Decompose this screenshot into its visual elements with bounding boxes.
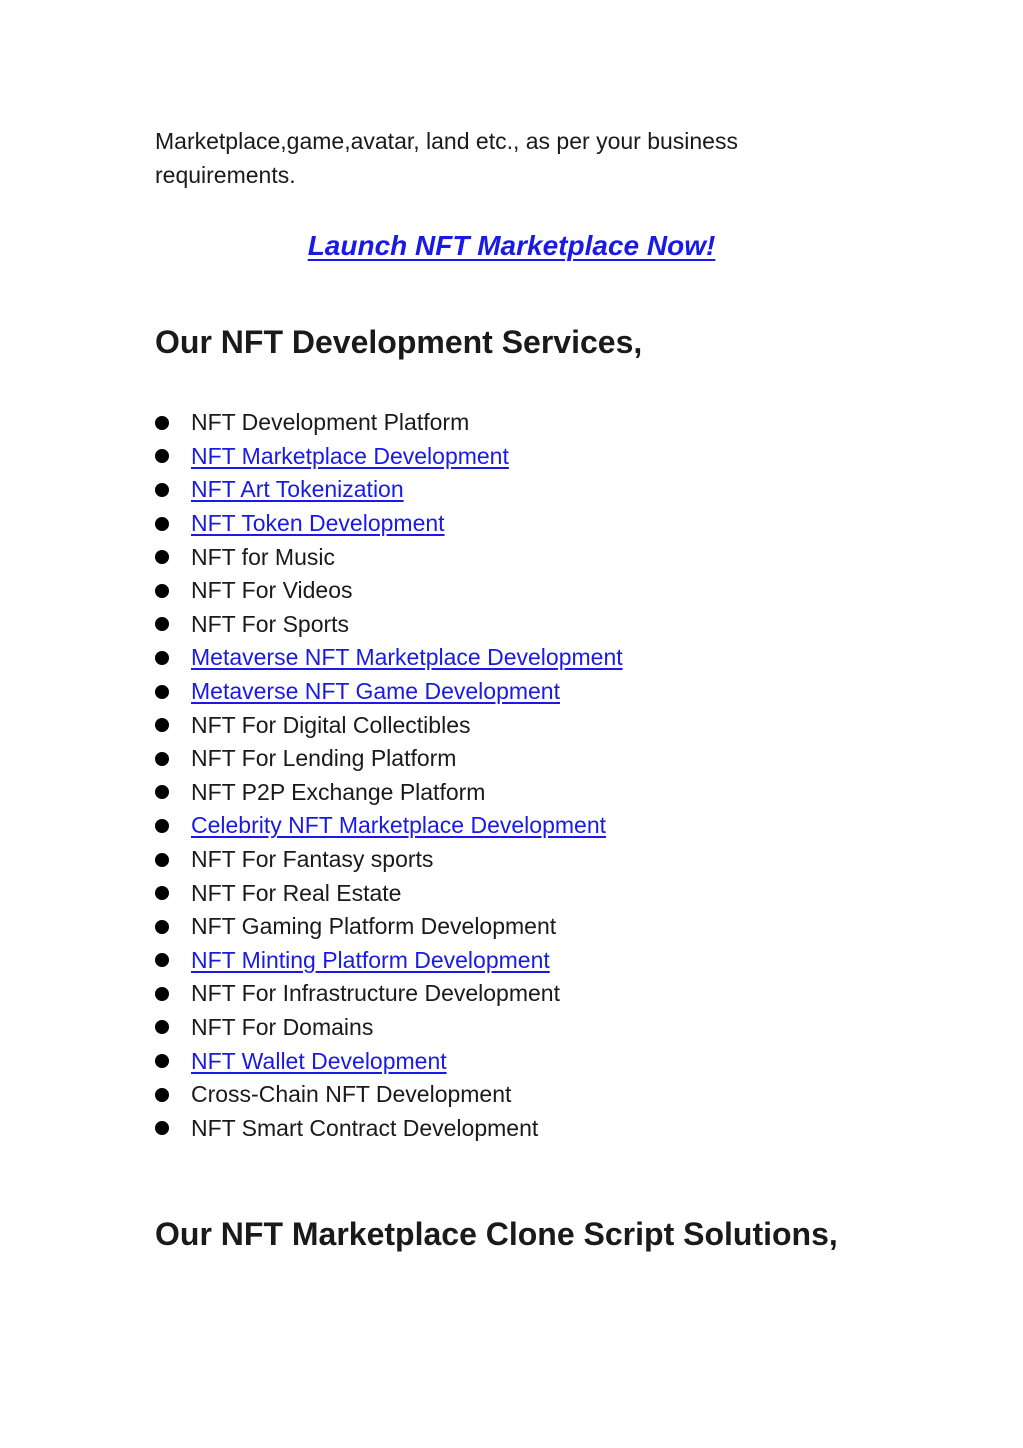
service-link[interactable]: Metaverse NFT Marketplace Development: [191, 644, 623, 671]
list-item: NFT for Music: [155, 540, 875, 574]
list-item: NFT Minting Platform Development: [155, 944, 875, 978]
bullet-icon: [155, 1121, 169, 1136]
service-label: NFT Gaming Platform Development: [191, 913, 557, 940]
list-item: Metaverse NFT Marketplace Development: [155, 641, 875, 675]
bullet-icon: [155, 718, 169, 733]
bullet-icon: [155, 516, 169, 531]
list-item: Celebrity NFT Marketplace Development: [155, 809, 875, 843]
service-label: Cross-Chain NFT Development: [191, 1081, 512, 1108]
bullet-icon: [155, 617, 169, 632]
service-label: NFT for Music: [191, 543, 335, 570]
bullet-icon: [155, 852, 169, 867]
list-item: NFT Wallet Development: [155, 1044, 875, 1078]
intro-paragraph: Marketplace,game,avatar, land etc., as p…: [155, 124, 875, 192]
list-item: Metaverse NFT Game Development: [155, 675, 875, 709]
service-link[interactable]: Celebrity NFT Marketplace Development: [191, 812, 606, 839]
bullet-icon: [155, 583, 169, 598]
list-item: NFT For Domains: [155, 1011, 875, 1045]
list-item: NFT Marketplace Development: [155, 440, 875, 474]
bullet-icon: [155, 1087, 169, 1102]
service-label: NFT For Digital Collectibles: [191, 711, 471, 738]
list-item: NFT For Videos: [155, 574, 875, 608]
services-list: NFT Development Platform NFT Marketplace…: [155, 406, 875, 1145]
service-link[interactable]: NFT Minting Platform Development: [191, 947, 550, 974]
list-item: NFT For Lending Platform: [155, 742, 875, 776]
bullet-icon: [155, 415, 169, 430]
bullet-icon: [155, 953, 169, 968]
bullet-icon: [155, 919, 169, 934]
bullet-icon: [155, 684, 169, 699]
list-item: NFT For Real Estate: [155, 876, 875, 910]
bullet-icon: [155, 986, 169, 1001]
list-item: NFT P2P Exchange Platform: [155, 776, 875, 810]
list-item: NFT Smart Contract Development: [155, 1111, 875, 1145]
service-label: NFT For Sports: [191, 610, 350, 637]
service-link[interactable]: NFT Token Development: [191, 510, 445, 537]
service-label: NFT For Fantasy sports: [191, 846, 434, 873]
service-label: NFT For Real Estate: [191, 879, 402, 906]
cta-container: Launch NFT Marketplace Now!: [155, 230, 868, 262]
bullet-icon: [155, 818, 169, 833]
bullet-icon: [155, 449, 169, 464]
services-heading: Our NFT Development Services,: [155, 324, 643, 360]
service-label: NFT For Domains: [191, 1013, 374, 1040]
list-item: NFT For Fantasy sports: [155, 843, 875, 877]
service-label: NFT Development Platform: [191, 409, 470, 436]
bullet-icon: [155, 751, 169, 766]
intro-line-2: requirements.: [155, 162, 296, 188]
service-label: NFT P2P Exchange Platform: [191, 778, 486, 805]
bullet-icon: [155, 650, 169, 665]
launch-marketplace-link[interactable]: Launch NFT Marketplace Now!: [308, 230, 716, 261]
list-item: NFT Gaming Platform Development: [155, 910, 875, 944]
bullet-icon: [155, 1020, 169, 1035]
list-item: NFT Token Development: [155, 507, 875, 541]
service-link[interactable]: NFT Marketplace Development: [191, 443, 509, 470]
service-label: NFT For Videos: [191, 577, 353, 604]
bullet-icon: [155, 886, 169, 901]
list-item: NFT For Digital Collectibles: [155, 708, 875, 742]
service-label: NFT For Lending Platform: [191, 745, 457, 772]
service-label: NFT For Infrastructure Development: [191, 980, 560, 1007]
clone-script-heading: Our NFT Marketplace Clone Script Solutio…: [155, 1216, 838, 1253]
list-item: NFT For Infrastructure Development: [155, 977, 875, 1011]
service-label: NFT Smart Contract Development: [191, 1114, 539, 1141]
bullet-icon: [155, 1054, 169, 1069]
list-item: NFT Art Tokenization: [155, 473, 875, 507]
document-page: Marketplace,game,avatar, land etc., as p…: [155, 124, 875, 1254]
service-link[interactable]: NFT Wallet Development: [191, 1048, 447, 1075]
intro-line-1: Marketplace,game,avatar, land etc., as p…: [155, 128, 738, 154]
service-link[interactable]: NFT Art Tokenization: [191, 476, 404, 503]
bullet-icon: [155, 482, 169, 497]
list-item: Cross-Chain NFT Development: [155, 1078, 875, 1112]
service-link[interactable]: Metaverse NFT Game Development: [191, 678, 560, 705]
list-item: NFT Development Platform: [155, 406, 875, 440]
list-item: NFT For Sports: [155, 608, 875, 642]
bullet-icon: [155, 785, 169, 800]
bullet-icon: [155, 550, 169, 565]
